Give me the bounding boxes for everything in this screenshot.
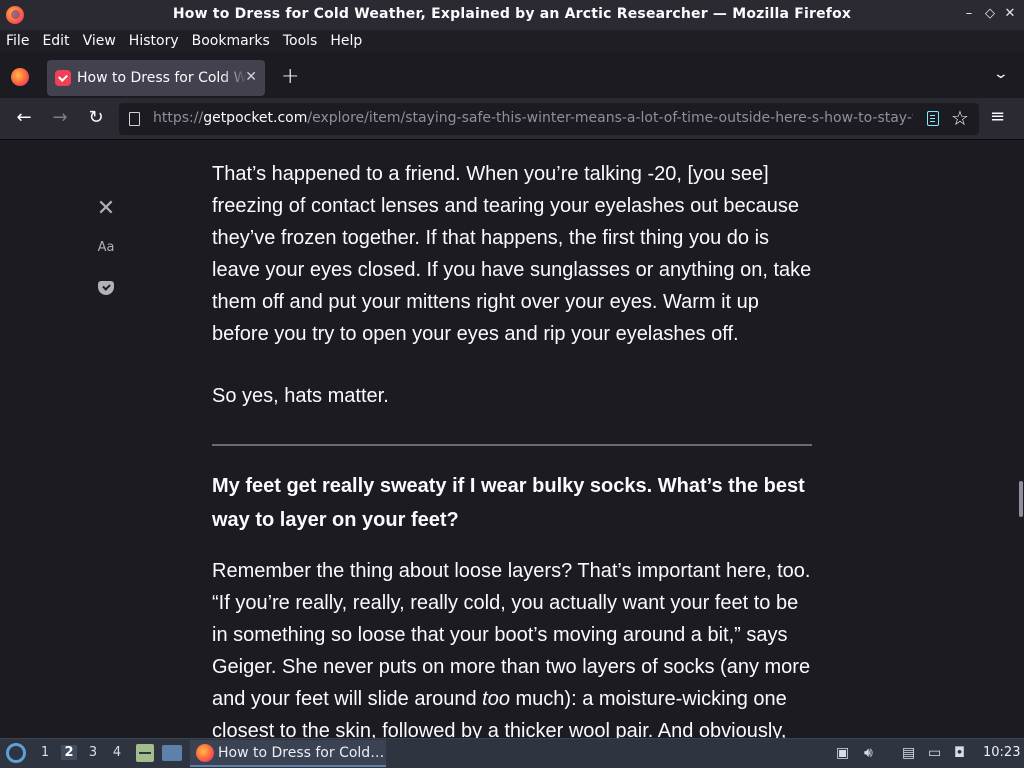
article-paragraph: That’s happened to a friend. When you’re… <box>212 163 812 345</box>
tab-close-icon[interactable]: ✕ <box>245 69 257 85</box>
workspace-4[interactable]: 4 <box>109 745 125 760</box>
minimize-icon[interactable]: – <box>961 6 977 21</box>
url-bar[interactable]: https://getpocket.com/explore/item/stayi… <box>119 103 979 135</box>
article-paragraph: Remember the thing about loose layers? T… <box>212 555 812 738</box>
hamburger-menu-icon[interactable]: ≡ <box>990 106 1005 127</box>
network-icon[interactable]: ▭ <box>928 745 941 761</box>
show-desktop-icon[interactable] <box>162 745 182 761</box>
emphasis-text: too <box>482 688 510 710</box>
reload-icon[interactable]: ↻ <box>84 107 108 128</box>
close-window-icon[interactable]: ✕ <box>1002 6 1018 21</box>
menu-file[interactable]: File <box>6 33 29 49</box>
menu-bookmarks[interactable]: Bookmarks <box>192 33 270 49</box>
reader-view-icon[interactable] <box>927 111 939 126</box>
list-all-tabs-icon[interactable]: ⌄ <box>993 66 1009 82</box>
workspace-3[interactable]: 3 <box>85 745 101 760</box>
system-taskbar: 1 2 3 4 How to Dress for Cold… ▣ 🔊︎ ▤ ▭ … <box>0 738 1024 768</box>
task-label: How to Dress for Cold… <box>218 745 385 761</box>
file-manager-icon[interactable] <box>136 744 154 762</box>
firefox-task-icon <box>196 744 214 762</box>
menu-view[interactable]: View <box>83 33 116 49</box>
url-domain: getpocket.com <box>203 110 308 126</box>
taskbar-firefox-task[interactable]: How to Dress for Cold… <box>190 740 386 767</box>
menu-edit[interactable]: Edit <box>42 33 69 49</box>
type-controls-icon[interactable]: Aa <box>94 240 118 255</box>
reader-content: ✕ Aa That’s happened to a friend. When y… <box>0 141 1024 738</box>
article-subheading: My feet get really sweaty if I wear bulk… <box>212 475 805 531</box>
close-reader-icon[interactable]: ✕ <box>94 196 118 221</box>
menu-history[interactable]: History <box>129 33 179 49</box>
window-title: How to Dress for Cold Weather, Explained… <box>172 6 852 22</box>
pocket-favicon-icon <box>55 70 71 86</box>
save-to-pocket-icon[interactable] <box>98 281 114 295</box>
new-tab-icon[interactable]: + <box>281 64 299 89</box>
url-path: /explore/item/staying-safe-this-winter-m… <box>307 110 913 126</box>
clock: 10:23 <box>983 745 1021 760</box>
firefox-view-icon[interactable] <box>11 68 29 86</box>
window-titlebar: How to Dress for Cold Weather, Explained… <box>0 0 1024 30</box>
page-info-icon[interactable] <box>129 112 140 126</box>
workspace-2[interactable]: 2 <box>61 745 77 760</box>
scrollbar-thumb[interactable] <box>1019 481 1023 517</box>
start-menu-icon[interactable] <box>6 743 26 763</box>
section-divider <box>212 444 812 446</box>
menu-bar: File Edit View History Bookmarks Tools H… <box>0 30 1024 52</box>
article-paragraph: So yes, hats matter. <box>212 385 389 407</box>
url-prefix: https:// <box>153 110 204 126</box>
clipboard-icon[interactable]: ▤ <box>902 745 915 761</box>
menu-tools[interactable]: Tools <box>283 33 318 49</box>
notification-icon[interactable]: ◘ <box>954 745 965 761</box>
back-icon[interactable]: ← <box>12 107 36 128</box>
nav-bar: ← → ↻ https://getpocket.com/explore/item… <box>0 98 1024 140</box>
tab-title: How to Dress for Cold Weather, Explained… <box>77 70 247 86</box>
workspace-1[interactable]: 1 <box>37 745 53 760</box>
tab-strip: How to Dress for Cold Weather, Explained… <box>0 52 1024 98</box>
maximize-icon[interactable]: ◇ <box>982 6 998 21</box>
tab-active[interactable]: How to Dress for Cold Weather, Explained… <box>47 60 265 96</box>
forward-icon[interactable]: → <box>48 107 72 128</box>
article-body: That’s happened to a friend. When you’re… <box>212 158 812 738</box>
volume-icon[interactable]: 🔊︎ <box>864 745 873 761</box>
updates-tray-icon[interactable]: ▣ <box>836 745 849 761</box>
bookmark-star-icon[interactable]: ☆ <box>951 106 969 130</box>
url-text[interactable]: https://getpocket.com/explore/item/stayi… <box>153 110 913 126</box>
menu-help[interactable]: Help <box>330 33 362 49</box>
